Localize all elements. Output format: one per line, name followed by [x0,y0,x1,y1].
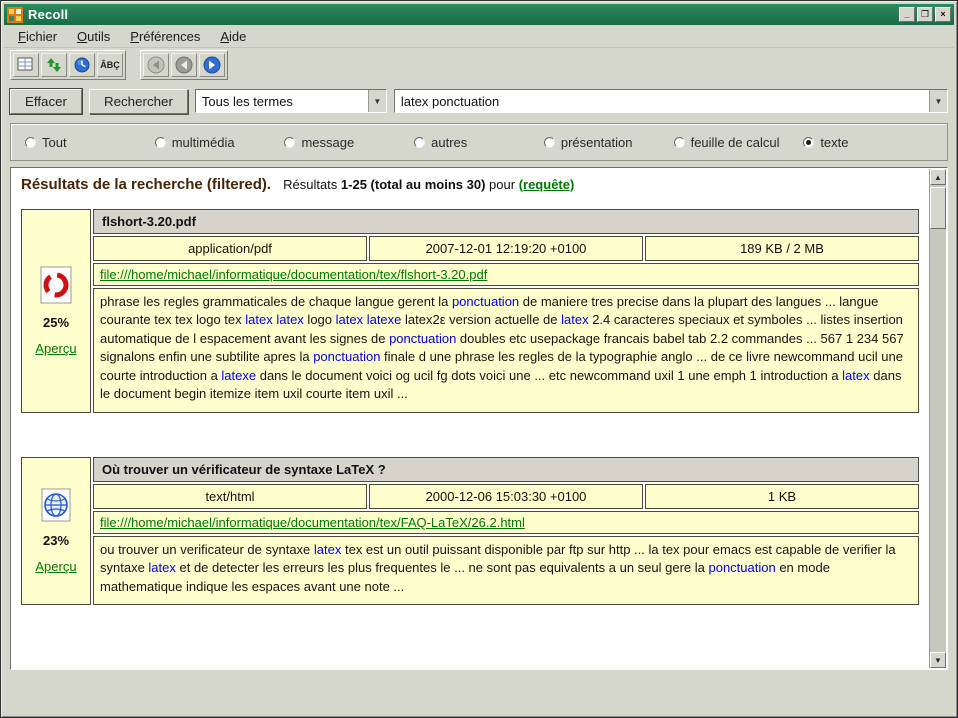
preview-link[interactable]: Aperçu [35,341,76,356]
filter-autres[interactable]: autres [414,135,544,150]
term-explorer-button[interactable]: ÂBÇ [97,53,123,77]
query-history-chevron-icon[interactable]: ▼ [929,90,947,112]
minimize-button[interactable]: _ [899,7,915,22]
arrow-right-icon [203,56,221,74]
radio-icon[interactable] [25,137,36,148]
result-details: Où trouver un vérificateur de syntaxe La… [93,457,919,605]
result-side-panel: 23% Aperçu [21,457,91,605]
result-list: Résultats de la recherche (filtered). Ré… [10,167,948,670]
radio-icon[interactable] [674,137,685,148]
window-title: Recoll [28,7,899,22]
filter-message[interactable]: message [284,135,414,150]
result-size: 189 KB / 2 MB [645,236,919,261]
result-url-link[interactable]: file:///home/michael/informatique/docume… [100,267,487,282]
titlebar[interactable]: Recoll _ ❐ × [4,4,954,25]
search-mode-select[interactable]: Tous les termes ▼ [195,89,387,113]
result-size: 1 KB [645,484,919,509]
clear-search-icon [17,57,35,73]
result-filename: flshort-3.20.pdf [93,209,919,234]
result-abstract: ou trouver un verificateur de syntaxe la… [93,536,919,605]
query-link[interactable]: (requête) [519,177,575,192]
result-date: 2007-12-01 12:19:20 +0100 [369,236,643,261]
results-scrollbar[interactable]: ▲ ▼ [929,169,946,668]
radio-icon[interactable] [414,137,425,148]
radio-icon[interactable] [284,137,295,148]
chevron-down-icon[interactable]: ▼ [368,90,386,112]
scrollbar-thumb[interactable] [930,187,946,229]
update-index-icon [47,57,61,73]
toolbar-nav-group [140,50,228,80]
scroll-down-icon[interactable]: ▼ [930,652,946,668]
previous-page-button[interactable] [171,53,197,77]
result-mime: application/pdf [93,236,367,261]
results-title: Résultats de la recherche (filtered). [21,176,271,193]
html-icon[interactable] [39,488,73,522]
search-mode-value: Tous les termes [196,94,368,109]
filter-texte[interactable]: texte [803,135,933,150]
radio-icon[interactable] [803,137,814,148]
search-input[interactable] [395,90,929,112]
result-abstract: phrase les regles grammaticales de chaqu… [93,288,919,413]
preview-link[interactable]: Aperçu [35,559,76,574]
filter-feuille-de-calcul[interactable]: feuille de calcul [674,135,804,150]
result-url-link[interactable]: file:///home/michael/informatique/docume… [100,515,525,530]
result-row: 23% Aperçu Où trouver un vérificateur de… [21,457,919,605]
result-details: flshort-3.20.pdf application/pdf 2007-12… [93,209,919,413]
filter-multimedia[interactable]: multimédia [155,135,285,150]
results-header: Résultats de la recherche (filtered). Ré… [15,172,925,201]
query-combo: ▼ [394,89,948,113]
menu-fichier[interactable]: Fichier [10,27,65,46]
close-button[interactable]: × [935,7,951,22]
clock-icon [74,57,90,73]
result-mime: text/html [93,484,367,509]
first-page-button[interactable] [143,53,169,77]
filter-tout[interactable]: Tout [25,135,155,150]
menu-aide[interactable]: Aide [212,27,254,46]
clear-search-button[interactable] [13,53,39,77]
menu-outils[interactable]: Outils [69,27,118,46]
result-side-panel: 25% Aperçu [21,209,91,413]
relevance-percent: 25% [43,315,69,330]
menubar: Fichier Outils Préférences Aide [4,25,954,48]
search-row: Effacer Rechercher Tous les termes ▼ ▼ [10,88,948,114]
toolbar: ÂBÇ [4,48,954,81]
arrow-left-icon [175,56,193,74]
result-spacer [15,413,925,449]
first-page-icon [147,56,165,74]
scroll-up-icon[interactable]: ▲ [930,169,946,185]
relevance-percent: 23% [43,533,69,548]
term-explorer-icon: ÂBÇ [100,60,120,70]
next-page-button[interactable] [199,53,225,77]
pdf-icon[interactable] [39,266,73,304]
statusbar [4,670,954,716]
radio-icon[interactable] [155,137,166,148]
recoll-window: Recoll _ ❐ × Fichier Outils Préférences … [0,0,958,718]
filter-presentation[interactable]: présentation [544,135,674,150]
maximize-button[interactable]: ❐ [917,7,933,22]
clear-button[interactable]: Effacer [10,89,82,114]
search-button[interactable]: Rechercher [89,89,188,114]
menu-preferences[interactable]: Préférences [122,27,208,46]
results-summary: Résultats 1-25 (total au moins 30) pour … [283,177,574,192]
update-index-button[interactable] [41,53,67,77]
radio-icon[interactable] [544,137,555,148]
result-filename: Où trouver un vérificateur de syntaxe La… [93,457,919,482]
query-history-button[interactable] [69,53,95,77]
category-filter-bar: Tout multimédia message autres présentat… [10,123,948,161]
recoll-app-icon [7,7,23,23]
result-row: 25% Aperçu flshort-3.20.pdf application/… [21,209,919,413]
result-date: 2000-12-06 15:03:30 +0100 [369,484,643,509]
toolbar-main-group: ÂBÇ [10,50,126,80]
